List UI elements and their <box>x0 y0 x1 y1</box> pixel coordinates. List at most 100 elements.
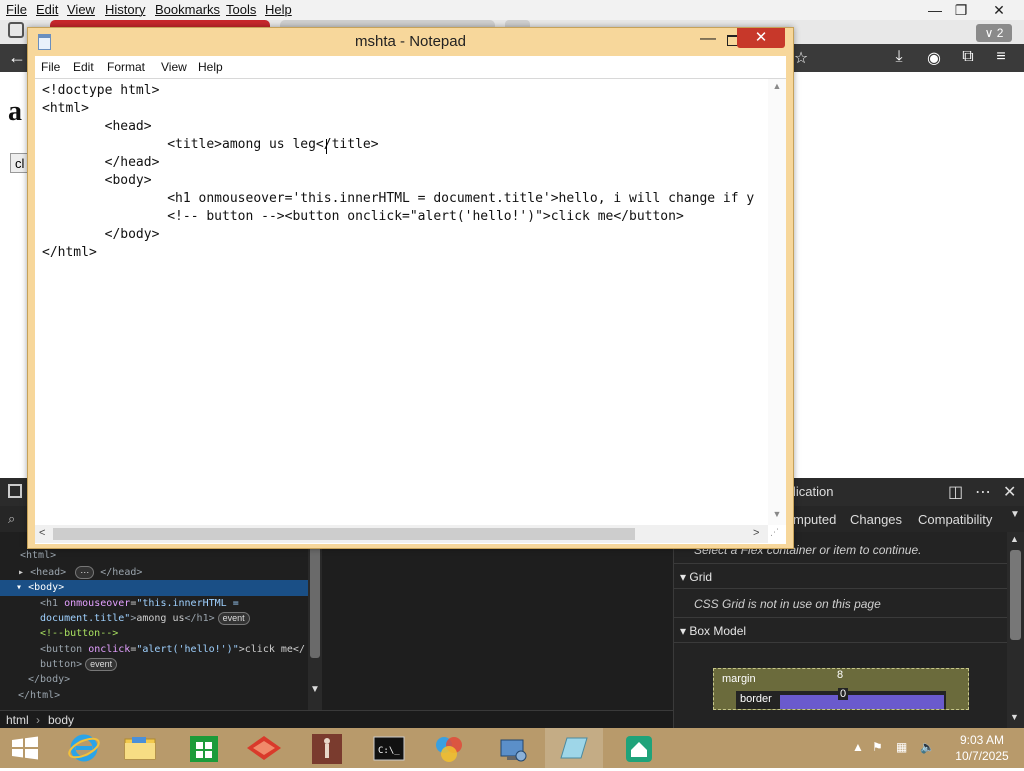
scroll-down-icon[interactable]: ▼ <box>308 684 322 698</box>
tab-count-badge[interactable]: ∨ 2 <box>976 24 1012 42</box>
start-button[interactable] <box>0 728 58 768</box>
dom-html-close[interactable]: </html> <box>18 690 60 701</box>
dom-body-close[interactable]: </body> <box>28 674 70 685</box>
scroll-up-icon[interactable]: ▲ <box>768 81 786 95</box>
store-icon <box>190 736 218 762</box>
internet-explorer-icon <box>68 734 100 762</box>
dom-comment[interactable]: <!--button--> <box>40 628 118 639</box>
colorful-app-taskbar-button[interactable] <box>420 728 478 768</box>
green-app-icon <box>626 736 652 762</box>
browser-close-button[interactable]: ✕ <box>984 0 1014 20</box>
notepad-text-area[interactable]: <!doctype html> <html> <head> <title>amo… <box>35 78 786 544</box>
red-app-icon <box>247 736 281 760</box>
back-arrow-icon[interactable]: ← <box>8 47 26 68</box>
code-line: <h1 onmouseover='this.innerHTML = docume… <box>42 191 755 206</box>
code-text[interactable]: <!doctype html> <html> <head> <title>amo… <box>42 82 767 522</box>
dom-button-line1[interactable]: <button onclick="alert('hello!')">click … <box>40 644 305 655</box>
margin-top-value[interactable]: 8 <box>837 669 843 681</box>
menu-help[interactable]: Help <box>265 2 292 17</box>
file-explorer-taskbar-button[interactable] <box>112 728 170 768</box>
dom-head-node[interactable]: ▸ <head> ⋯ </head> <box>18 566 142 579</box>
event-badge[interactable]: event <box>217 612 250 625</box>
notepad-menu-view[interactable]: View <box>161 60 187 74</box>
scroll-right-icon[interactable]: > <box>753 527 759 539</box>
dom-html-open[interactable]: <html> <box>20 550 56 561</box>
scroll-up-icon[interactable]: ▲ <box>1010 534 1019 544</box>
code-line: </head> <box>42 155 160 170</box>
page-heading[interactable]: a <box>8 96 22 128</box>
divider <box>674 617 1007 618</box>
network-icon[interactable]: ▦ <box>896 740 907 754</box>
grid-message: CSS Grid is not in use on this page <box>694 597 881 611</box>
notepad-menu-help[interactable]: Help <box>198 60 223 74</box>
chevron-down-icon: ▾ <box>680 624 687 638</box>
divider <box>674 642 1007 643</box>
remote-desktop-taskbar-button[interactable] <box>485 728 543 768</box>
element-picker-icon[interactable] <box>8 484 22 498</box>
hamburger-menu-icon[interactable]: ≡ <box>990 48 1012 66</box>
grid-section-header[interactable]: ▾ Grid <box>680 570 712 584</box>
ellipsis-badge[interactable]: ⋯ <box>75 566 95 579</box>
tab-computed[interactable]: mputed <box>793 512 836 527</box>
box-model-section-header[interactable]: ▾ Box Model <box>680 624 746 638</box>
dom-tree: <html> ▸ <head> ⋯ </head> ▾ <body> <h1 o… <box>0 532 308 710</box>
layout-scrollbar-thumb[interactable] <box>1010 550 1021 640</box>
resize-grip-icon[interactable]: ⋰ <box>770 527 779 538</box>
browser-restore-button[interactable]: ❐ <box>946 0 976 20</box>
scroll-down-icon[interactable]: ▼ <box>768 509 786 523</box>
border-top-value[interactable]: 0 <box>838 688 849 700</box>
devtools-tab-application[interactable]: lication <box>793 484 833 499</box>
taskbar-clock[interactable]: 9:03 AM 10/7/2025 <box>944 732 1020 764</box>
app-red-taskbar-button[interactable] <box>235 728 293 768</box>
tab-changes[interactable]: Changes <box>850 512 902 527</box>
command-prompt-taskbar-button[interactable]: C:\_ <box>360 728 418 768</box>
notepad-menu-format[interactable]: Format <box>107 60 145 74</box>
app-figure-taskbar-button[interactable] <box>298 728 356 768</box>
notepad-minimize-button[interactable]: — <box>696 30 720 50</box>
notepad-horizontal-scrollbar[interactable]: < > <box>35 525 768 543</box>
internet-explorer-taskbar-button[interactable] <box>58 728 116 768</box>
code-line: <html> <box>42 101 89 116</box>
extensions-icon[interactable]: ⧉ <box>957 48 979 66</box>
menu-file[interactable]: File <box>6 2 27 17</box>
chevron-down-icon[interactable]: ▼ <box>1010 509 1020 520</box>
breadcrumb-body[interactable]: body <box>48 713 74 727</box>
menu-tools[interactable]: Tools <box>226 2 256 17</box>
dock-icon[interactable]: ◫ <box>948 482 963 502</box>
event-badge[interactable]: event <box>85 658 118 671</box>
scroll-left-icon[interactable]: < <box>39 527 45 539</box>
menu-history[interactable]: History <box>105 2 145 17</box>
flag-icon[interactable]: ⚑ <box>872 740 883 754</box>
notepad-menu-edit[interactable]: Edit <box>73 60 94 74</box>
devtools-close-icon[interactable]: ✕ <box>1003 482 1016 502</box>
show-hidden-icons-icon[interactable]: ▲ <box>852 740 864 754</box>
horizontal-scrollbar-thumb[interactable] <box>53 528 635 540</box>
tab-compatibility[interactable]: Compatibility <box>918 512 992 527</box>
dom-h1-line2[interactable]: document.title">among us</h1> event <box>40 612 250 625</box>
dom-h1-line1[interactable]: <h1 onmouseover="this.innerHTML = <box>40 598 239 609</box>
scroll-down-icon[interactable]: ▼ <box>1010 712 1019 722</box>
volume-muted-icon[interactable]: 🔈 <box>920 740 935 754</box>
notepad-menu-file[interactable]: File <box>41 60 60 74</box>
search-icon[interactable]: ⌕ <box>8 511 15 527</box>
dom-body-node[interactable]: ▾ <body> <box>16 582 64 593</box>
notepad-vertical-scrollbar[interactable]: ▲ ▼ <box>768 79 786 525</box>
notepad-close-button[interactable]: ✕ <box>737 28 785 48</box>
collapse-arrow-icon[interactable]: ▾ <box>16 582 22 593</box>
padding-box <box>780 695 944 709</box>
dom-scrollbar-thumb[interactable] <box>310 538 320 658</box>
menu-edit[interactable]: Edit <box>36 2 58 17</box>
dom-button-line2[interactable]: button> event <box>40 658 118 671</box>
download-icon[interactable]: ⤓ <box>888 48 910 66</box>
account-icon[interactable]: ◉ <box>923 48 945 68</box>
expand-arrow-icon[interactable]: ▸ <box>18 567 24 578</box>
menu-bookmarks[interactable]: Bookmarks <box>155 2 220 17</box>
store-taskbar-button[interactable] <box>176 728 234 768</box>
border-box: border 0 <box>736 688 946 709</box>
notepad-taskbar-button[interactable] <box>545 728 603 768</box>
menu-view[interactable]: View <box>67 2 95 17</box>
tab-list-icon[interactable] <box>8 22 24 38</box>
more-options-icon[interactable]: ⋯ <box>975 482 991 502</box>
breadcrumb-html[interactable]: html <box>6 713 29 727</box>
green-app-taskbar-button[interactable] <box>610 728 668 768</box>
